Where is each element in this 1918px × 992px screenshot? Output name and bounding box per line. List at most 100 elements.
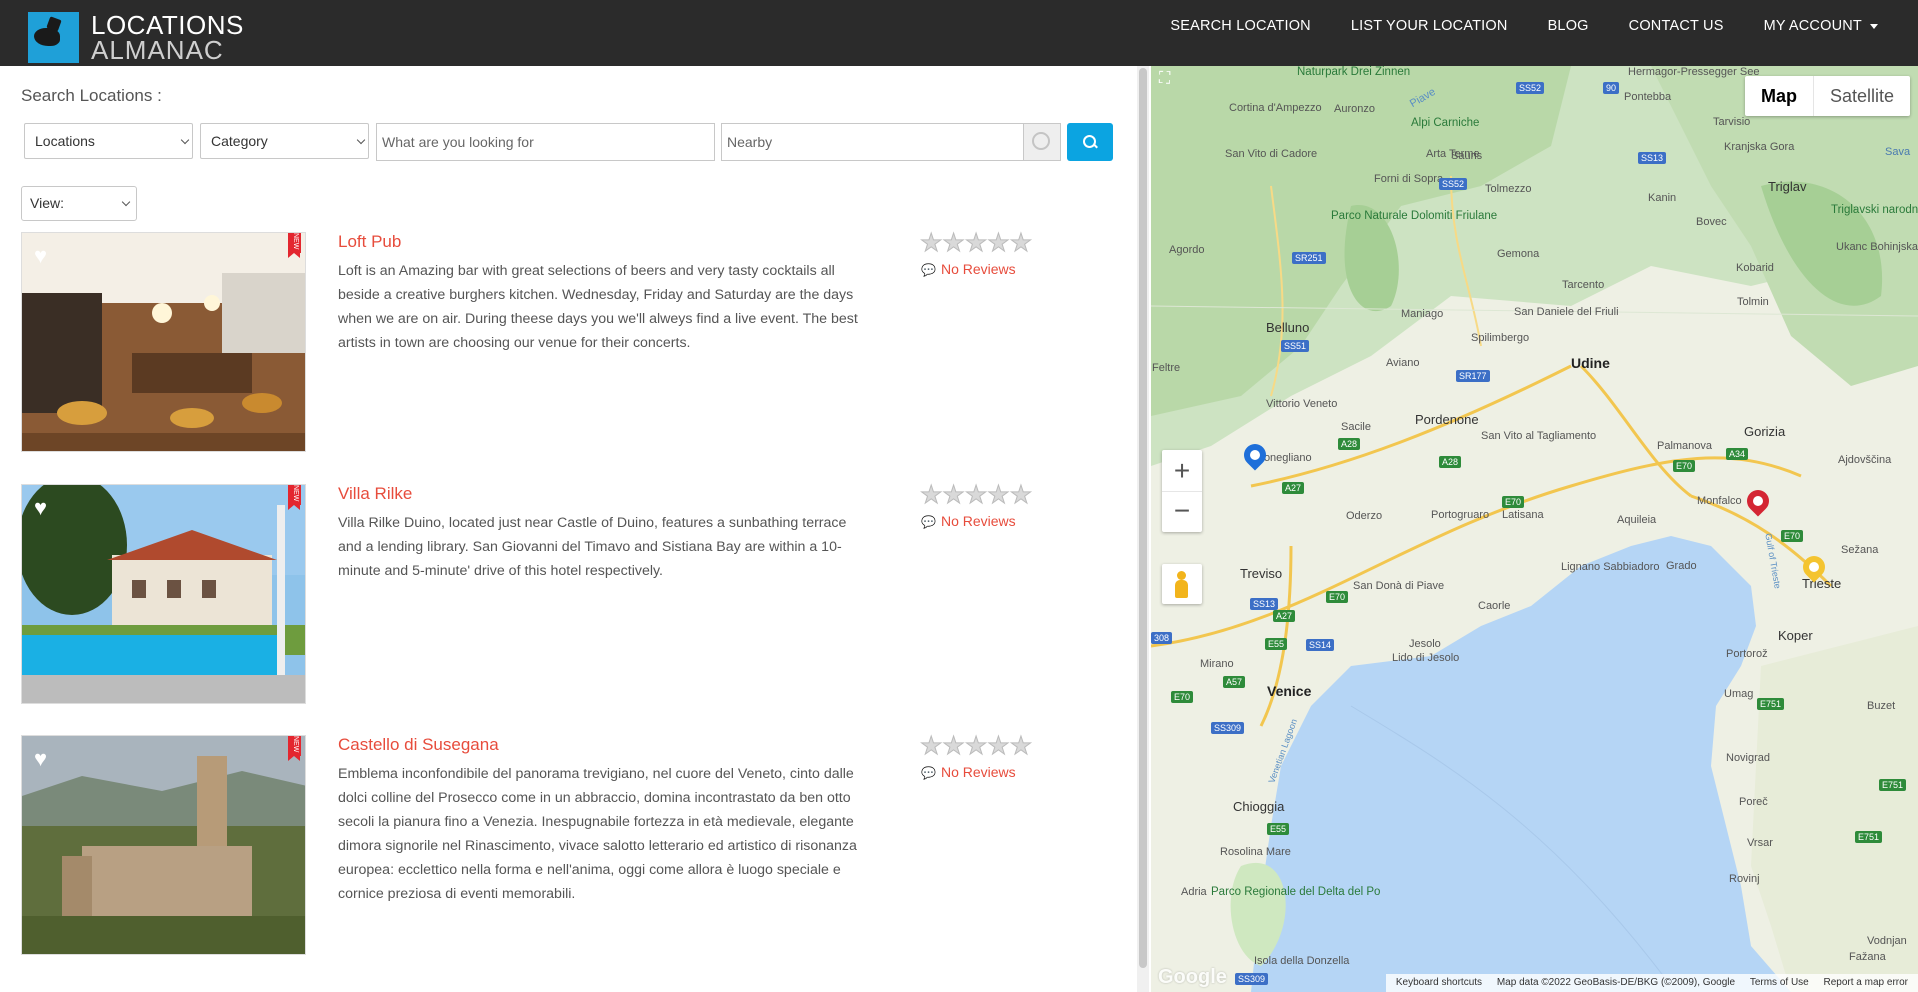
map-label: Caorle (1478, 600, 1511, 612)
favorite-heart-icon[interactable]: ♥ (34, 748, 47, 770)
nav-blog[interactable]: BLOG (1548, 18, 1589, 34)
logo-icon (28, 12, 79, 63)
map-label: Vodnjan (1867, 935, 1907, 947)
map-label: San Vito di Cadore (1225, 148, 1318, 160)
scrollbar-thumb[interactable] (1139, 68, 1147, 968)
map-label: Maniago (1401, 308, 1444, 320)
map-label: Sacile (1341, 421, 1371, 433)
map-label: Latisana (1502, 509, 1544, 521)
road-shield: E70 (1171, 691, 1194, 703)
chevron-down-icon (356, 135, 366, 145)
star-icon: ★ (942, 229, 965, 257)
rating-stars: ★ ★ ★ ★ ★ (919, 481, 1033, 509)
road-shield: A57 (1223, 676, 1246, 688)
listing-description: Loft is an Amazing bar with great select… (338, 263, 858, 351)
star-icon: ★ (1009, 229, 1033, 257)
map-type-control: Map Satellite (1744, 76, 1910, 116)
map-label: Triglav (1768, 179, 1807, 194)
map-label: Aviano (1386, 357, 1420, 369)
fullscreen-icon[interactable]: ⛶ (1159, 70, 1179, 90)
star-icon: ★ (987, 732, 1010, 760)
map-label: Mirano (1200, 658, 1234, 670)
favorite-heart-icon[interactable]: ♥ (34, 497, 47, 519)
map-label: Tarcento (1562, 279, 1605, 291)
road-shield: A27 (1273, 610, 1296, 622)
road-shield: SS14 (1306, 639, 1335, 651)
listing-description: Villa Rilke Duino, located just near Cas… (338, 515, 847, 579)
road-shield: E70 (1502, 496, 1525, 508)
listing-title[interactable]: Loft Pub (338, 232, 401, 252)
map-label: Feltre (1152, 362, 1181, 374)
terms-of-use-link[interactable]: Terms of Use (1750, 977, 1809, 988)
zoom-out-button[interactable]: − (1162, 491, 1202, 533)
star-icon: ★ (964, 229, 988, 257)
listing-title[interactable]: Castello di Susegana (338, 735, 499, 755)
map-label: Sava (1885, 146, 1911, 158)
road-shield: SR177 (1456, 370, 1490, 382)
nav-search-location[interactable]: SEARCH LOCATION (1170, 18, 1311, 34)
map-label: Vittorio Veneto (1266, 398, 1338, 410)
map-label: Agordo (1169, 244, 1205, 256)
map-label: Chioggia (1233, 799, 1285, 814)
star-icon: ★ (1009, 481, 1033, 509)
star-icon: ★ (919, 732, 943, 760)
category-select-value: Category (211, 133, 268, 149)
zoom-in-button[interactable]: + (1162, 450, 1202, 491)
map-label: Tolmezzo (1485, 183, 1532, 195)
map-type-map-button[interactable]: Map (1745, 76, 1813, 116)
nearby-input[interactable]: Nearby (721, 123, 1024, 161)
map-panel[interactable]: Naturpark Drei Zinnen Cortina d'Ampezzo … (1151, 66, 1918, 992)
nearby-placeholder: Nearby (727, 134, 773, 150)
keyword-input[interactable]: What are you looking for (376, 123, 715, 161)
map-label: Udine (1571, 355, 1610, 371)
map-label: Sauris (1451, 150, 1483, 162)
search-button[interactable] (1067, 123, 1113, 161)
listing-image[interactable]: ♥ NEW (21, 232, 306, 452)
map-label: Oderzo (1346, 510, 1383, 522)
view-select-value: View: (30, 195, 64, 211)
comments-icon: 💬 (921, 766, 936, 780)
star-icon: ★ (987, 229, 1010, 257)
street-view-pegman[interactable] (1162, 564, 1202, 604)
listings-panel: Search Locations : Locations Category Wh… (0, 66, 1134, 992)
star-icon: ★ (1009, 732, 1033, 760)
map-type-satellite-button[interactable]: Satellite (1812, 76, 1910, 116)
caret-down-icon (1870, 23, 1878, 29)
reviews-link[interactable]: 💬 No Reviews (921, 764, 1016, 780)
map-label: Trieste (1802, 576, 1842, 591)
category-select[interactable]: Category (200, 123, 369, 159)
map-label: Sežana (1841, 544, 1879, 556)
map-label: Aquileia (1617, 514, 1657, 526)
locations-select[interactable]: Locations (24, 123, 193, 159)
road-shield: E55 (1267, 823, 1290, 835)
road-shield: SS13 (1250, 598, 1279, 610)
new-ribbon-badge: NEW (288, 736, 301, 761)
keyboard-shortcuts-link[interactable]: Keyboard shortcuts (1396, 977, 1482, 988)
geolocate-button[interactable] (1023, 123, 1061, 161)
map-label: Pontebba (1624, 91, 1672, 103)
reviews-link[interactable]: 💬 No Reviews (921, 261, 1016, 277)
nav-contact-us[interactable]: CONTACT US (1629, 18, 1724, 34)
listing-title[interactable]: Villa Rilke (338, 484, 412, 504)
map-label: Portogruaro (1431, 509, 1490, 521)
view-select[interactable]: View: (21, 186, 137, 221)
reviews-link[interactable]: 💬 No Reviews (921, 513, 1016, 529)
site-logo[interactable]: LOCATIONS ALMANAC (28, 12, 244, 63)
map-label: Palmanova (1657, 440, 1713, 452)
star-icon: ★ (987, 481, 1010, 509)
listing-image[interactable]: ♥ NEW (21, 735, 306, 955)
report-map-error-link[interactable]: Report a map error (1824, 977, 1908, 988)
map-label: Triglavski narodni park (1831, 204, 1918, 216)
nav-my-account[interactable]: MY ACCOUNT (1764, 18, 1878, 34)
favorite-heart-icon[interactable]: ♥ (34, 245, 47, 267)
map-label: Belluno (1266, 320, 1310, 335)
search-heading: Search Locations : (21, 86, 162, 105)
nav-list-your-location[interactable]: LIST YOUR LOCATION (1351, 18, 1508, 34)
listing-image[interactable]: ♥ NEW (21, 484, 306, 704)
chevron-down-icon (180, 135, 190, 145)
listing-item: ♥ NEW Loft Pub Loft is an Amazing bar wi… (21, 229, 1121, 454)
nav-my-account-label: MY ACCOUNT (1763, 18, 1862, 34)
map-label: Grado (1666, 560, 1697, 572)
road-shield: SS309 (1235, 973, 1269, 985)
road-shield: E751 (1879, 779, 1907, 791)
